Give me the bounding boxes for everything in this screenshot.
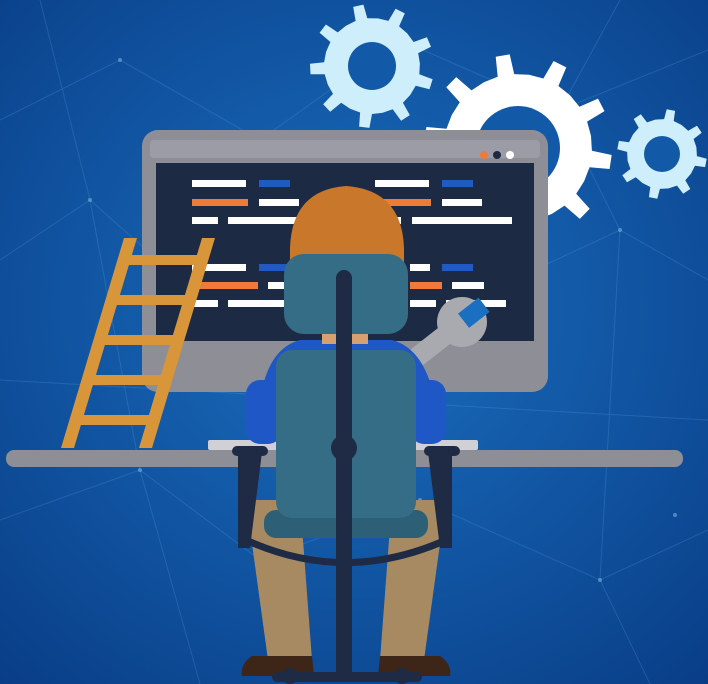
window-dot-dark <box>493 151 501 159</box>
chair-spine <box>336 270 352 680</box>
illustration-canvas <box>0 0 708 684</box>
developer-illustration <box>0 0 708 684</box>
gear-hole <box>348 42 396 90</box>
gear-hole <box>644 136 680 172</box>
window-dot-white <box>506 151 514 159</box>
window-dot-orange <box>480 151 488 159</box>
